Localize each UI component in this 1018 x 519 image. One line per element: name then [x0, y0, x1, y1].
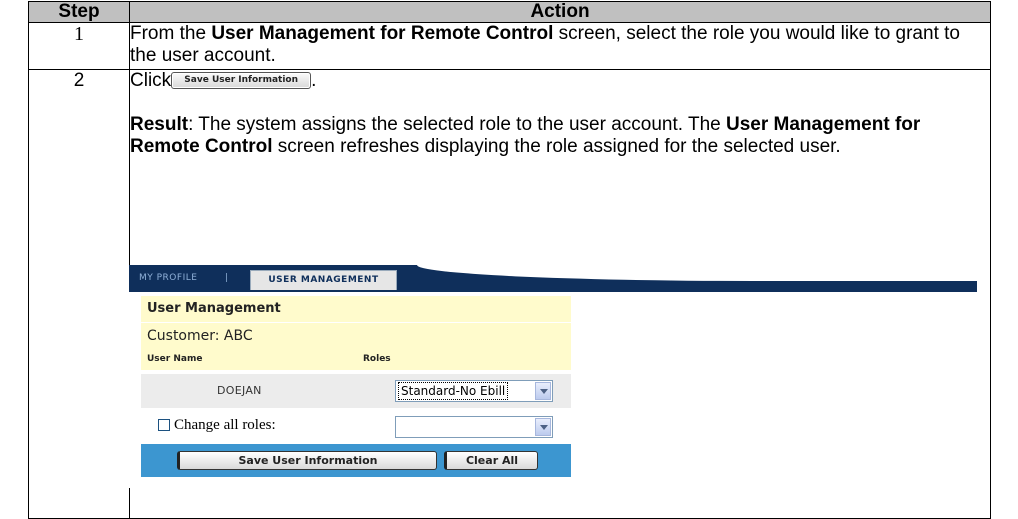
embedded-screenshot: MY PROFILE | USER MANAGEMENT User Manage… — [129, 265, 977, 488]
tab-my-profile[interactable]: MY PROFILE — [139, 273, 197, 283]
role-select[interactable]: Standard-No Ebill — [395, 380, 553, 402]
customer-label: Customer: ABC — [141, 322, 571, 349]
tab-user-management[interactable]: USER MANAGEMENT — [250, 270, 397, 290]
change-all-checkbox[interactable] — [158, 419, 170, 431]
result-paragraph: Result: The system assigns the selected … — [130, 114, 990, 158]
step-action: From the User Management for Remote Cont… — [129, 22, 991, 70]
result-label: Result — [130, 114, 189, 135]
column-user-name: User Name — [147, 354, 203, 364]
header-action: Action — [129, 1, 991, 23]
step-number: 1 — [28, 22, 130, 70]
column-headers: User Name Roles — [141, 349, 571, 370]
action-text: From the — [130, 23, 212, 44]
change-all-select[interactable] — [395, 416, 553, 438]
chevron-down-icon[interactable] — [535, 382, 551, 400]
user-row: DOEJAN Standard-No Ebill — [141, 374, 571, 408]
action-text: Click — [130, 70, 172, 91]
header-step: Step — [28, 1, 130, 23]
change-all-label: Change all roles: — [174, 417, 276, 433]
user-name: DOEJAN — [217, 384, 262, 397]
tab-separator: | — [225, 273, 229, 283]
step-number: 2 — [28, 69, 130, 519]
save-user-information-button[interactable]: Save User Information — [177, 451, 437, 470]
chevron-down-icon[interactable] — [535, 418, 551, 436]
column-roles: Roles — [363, 354, 391, 364]
clear-all-button[interactable]: Clear All — [444, 451, 538, 470]
top-nav-bar: MY PROFILE | USER MANAGEMENT — [129, 265, 977, 292]
role-select-value: Standard-No Ebill — [398, 382, 509, 400]
nav-bar-curve — [417, 265, 977, 281]
user-management-panel: User Management Customer: ABC User Name … — [141, 296, 571, 370]
result-text: : The system assigns the selected role t… — [188, 114, 726, 135]
save-user-information-button-image: Save User Information — [171, 72, 312, 90]
screen-name: User Management for Remote Control — [211, 23, 554, 44]
change-all-select-value — [396, 420, 398, 434]
change-all-row: Change all roles: — [141, 410, 571, 442]
action-text: . — [311, 70, 317, 91]
panel-title: User Management — [147, 301, 281, 316]
button-bar: Save User Information Clear All — [141, 444, 571, 477]
result-text: screen refreshes displaying the role ass… — [272, 136, 841, 157]
